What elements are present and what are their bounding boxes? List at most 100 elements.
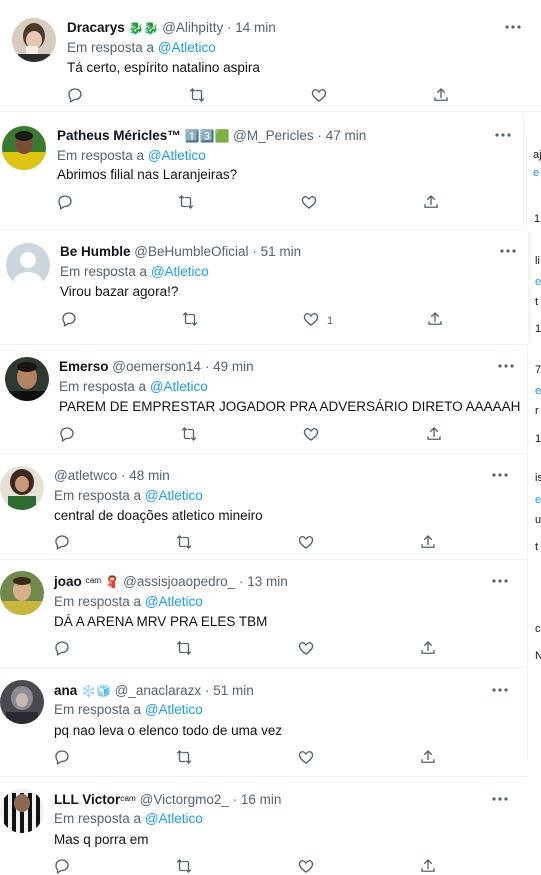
- more-options-icon[interactable]: [497, 358, 515, 374]
- reply-icon[interactable]: [58, 425, 76, 443]
- like-icon[interactable]: [300, 193, 318, 211]
- tweet[interactable]: @atletwco · 48 min Em resposta a @Atleti…: [0, 455, 527, 560]
- mention-link[interactable]: @Atletico: [145, 594, 203, 609]
- mention-link[interactable]: @Atletico: [145, 702, 203, 717]
- more-options-icon[interactable]: [491, 682, 509, 698]
- reply-context: Em resposta a @Atletico: [59, 378, 208, 395]
- share-icon[interactable]: [425, 425, 443, 443]
- avatar[interactable]: [0, 789, 44, 833]
- reply-icon[interactable]: [53, 533, 71, 551]
- tweet[interactable]: Be Humble @BeHumbleOficial · 51 min Em r…: [0, 231, 529, 345]
- timestamp[interactable]: 49 min: [213, 359, 254, 374]
- display-name[interactable]: Be Humble: [60, 244, 131, 259]
- reply-icon[interactable]: [60, 310, 78, 328]
- display-name[interactable]: Dracarys: [67, 20, 125, 35]
- timestamp[interactable]: 47 min: [326, 128, 367, 143]
- tweet[interactable]: LLL Victorᶜᵃᵐ @Victorgmo2_ · 16 min Em r…: [0, 778, 527, 875]
- display-name[interactable]: LLL Victor: [54, 792, 120, 807]
- like-icon[interactable]: [302, 310, 320, 328]
- share-icon[interactable]: [426, 310, 444, 328]
- user-handle[interactable]: @Victorgmo2_: [140, 792, 229, 807]
- timestamp[interactable]: 13 min: [247, 574, 288, 589]
- reply-icon[interactable]: [53, 748, 71, 766]
- avatar[interactable]: [0, 571, 44, 615]
- reply-icon[interactable]: [56, 193, 74, 211]
- more-options-icon[interactable]: [494, 127, 512, 143]
- mention-link[interactable]: @Atletico: [145, 811, 203, 826]
- avatar[interactable]: [6, 243, 50, 287]
- reply-prefix: Em resposta a: [54, 702, 142, 717]
- timestamp[interactable]: 16 min: [241, 792, 282, 807]
- display-name[interactable]: joao: [54, 574, 82, 589]
- like-icon[interactable]: [310, 86, 328, 104]
- more-options-icon[interactable]: [499, 243, 517, 259]
- retweet-icon[interactable]: [180, 425, 198, 443]
- share-icon[interactable]: [419, 748, 437, 766]
- reply-context: Em resposta a @Atletico: [57, 147, 206, 164]
- avatar[interactable]: [0, 680, 44, 724]
- share-icon[interactable]: [432, 86, 450, 104]
- share-icon[interactable]: [419, 857, 437, 875]
- mention-link[interactable]: @Atletico: [151, 264, 209, 279]
- mention-link[interactable]: @Atletico: [145, 488, 203, 503]
- retweet-icon[interactable]: [175, 533, 193, 551]
- timestamp[interactable]: 14 min: [235, 20, 276, 35]
- avatar[interactable]: [5, 357, 49, 401]
- display-name[interactable]: ana: [54, 683, 77, 698]
- avatar[interactable]: [2, 126, 46, 170]
- reply-icon[interactable]: [53, 857, 71, 875]
- more-options-icon[interactable]: [491, 467, 509, 483]
- user-handle[interactable]: @_anaclarazx: [115, 683, 202, 698]
- timestamp[interactable]: 51 min: [261, 244, 302, 259]
- avatar[interactable]: [0, 466, 44, 510]
- user-handle[interactable]: @M_Pericles: [233, 128, 313, 143]
- more-options-icon[interactable]: [491, 791, 509, 807]
- like-icon[interactable]: [302, 425, 320, 443]
- timestamp[interactable]: 48 min: [129, 468, 170, 483]
- default-avatar-icon: [6, 243, 50, 287]
- tweet[interactable]: Patheus Méricles™ 1️⃣3️⃣🟩 @M_Pericles · …: [0, 114, 524, 230]
- retweet-icon[interactable]: [175, 857, 193, 875]
- like-icon[interactable]: [297, 639, 315, 657]
- sidebar-fragment: 1: [535, 433, 541, 445]
- timestamp[interactable]: 51 min: [213, 683, 254, 698]
- separator: ·: [317, 128, 322, 143]
- retweet-icon[interactable]: [188, 86, 206, 104]
- mention-link[interactable]: @Atletico: [148, 148, 206, 163]
- retweet-icon[interactable]: [175, 639, 193, 657]
- share-icon[interactable]: [419, 639, 437, 657]
- like-icon[interactable]: [297, 748, 315, 766]
- display-name[interactable]: Emerso: [59, 359, 109, 374]
- retweet-icon[interactable]: [177, 193, 195, 211]
- retweet-icon[interactable]: [175, 748, 193, 766]
- tweet[interactable]: Emerso @oemerson14 · 49 min Em resposta …: [0, 346, 527, 454]
- tweet-text: Abrimos filial nas Laranjeiras?: [57, 167, 238, 182]
- tweet[interactable]: ana ❄️🧊 @_anaclarazx · 51 min Em respost…: [0, 669, 527, 777]
- mention-link[interactable]: @Atletico: [150, 379, 208, 394]
- mention-link[interactable]: @Atletico: [158, 40, 216, 55]
- share-icon[interactable]: [419, 533, 437, 551]
- user-handle[interactable]: @atletwco: [54, 468, 117, 483]
- avatar[interactable]: [12, 18, 56, 62]
- like-icon[interactable]: [297, 857, 315, 875]
- tweet-header: LLL Victorᶜᵃᵐ @Victorgmo2_ · 16 min: [54, 791, 281, 809]
- user-handle[interactable]: @oemerson14: [112, 359, 201, 374]
- display-name[interactable]: Patheus Méricles™: [57, 128, 181, 143]
- user-handle[interactable]: @BeHumbleOficial: [134, 244, 248, 259]
- tweet-text: DÁ A ARENA MRV PRA ELES TBM: [54, 614, 268, 629]
- separator: ·: [226, 20, 232, 35]
- tweet[interactable]: Dracarys 🐉🐉 @Alihpitty · 14 min Em respo…: [0, 6, 541, 112]
- user-handle[interactable]: @assisjoaopedro_: [123, 574, 235, 589]
- like-icon[interactable]: [297, 533, 315, 551]
- avatar-image: [2, 126, 46, 170]
- more-options-icon[interactable]: [491, 573, 509, 589]
- reply-prefix: Em resposta a: [57, 148, 145, 163]
- more-options-icon[interactable]: [504, 19, 522, 35]
- reply-icon[interactable]: [53, 639, 71, 657]
- tweet[interactable]: joao ᶜᵃᵐ 🧣 @assisjoaopedro_ · 13 min Em …: [0, 561, 527, 668]
- share-icon[interactable]: [422, 193, 440, 211]
- avatar-image: [12, 18, 56, 62]
- retweet-icon[interactable]: [181, 310, 199, 328]
- user-handle[interactable]: @Alihpitty: [162, 20, 223, 35]
- reply-icon[interactable]: [66, 86, 84, 104]
